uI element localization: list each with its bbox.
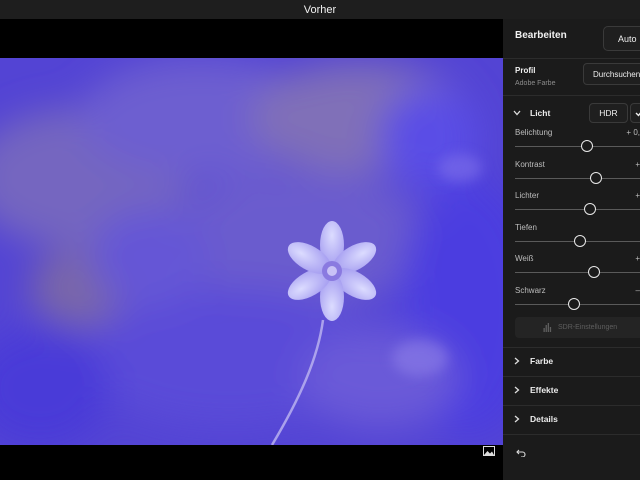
divider — [503, 376, 640, 377]
section-effects-header[interactable]: Effekte — [503, 380, 640, 400]
blacks-label: Schwarz — [515, 286, 546, 295]
undo-icon — [516, 449, 526, 457]
highlights-slider-thumb[interactable] — [584, 203, 597, 215]
window-title: Vorher — [303, 3, 337, 16]
blacks-slider[interactable] — [515, 298, 640, 310]
profile-label: Profil — [515, 66, 536, 75]
divider — [503, 58, 640, 59]
blacks-slider-thumb[interactable] — [567, 298, 580, 310]
sdr-settings-label: SDR-Einstellungen — [558, 324, 618, 331]
shadows-slider[interactable] — [515, 235, 640, 247]
browse-profiles-button[interactable]: Durchsuchen — [583, 63, 640, 85]
exposure-slider[interactable] — [515, 140, 640, 152]
sdr-settings-button: SDR-Einstellungen — [515, 317, 640, 338]
chevron-right-icon — [513, 357, 521, 365]
photo[interactable] — [0, 58, 503, 445]
whites-slider-thumb[interactable] — [588, 266, 601, 278]
auto-button[interactable]: Auto — [603, 26, 640, 51]
photo-canvas — [0, 19, 503, 480]
shadows-label: Tiefen — [515, 223, 537, 232]
exposure-label: Belichtung — [515, 128, 553, 137]
photo-image — [0, 58, 503, 445]
highlights-label: Lichter — [515, 191, 540, 200]
hdr-button[interactable]: HDR — [589, 103, 628, 123]
exposure-value[interactable]: + 0, — [610, 128, 640, 137]
section-details-header[interactable]: Details — [503, 409, 640, 429]
whites-slider[interactable] — [515, 266, 640, 278]
chevron-right-icon — [513, 415, 521, 423]
whites-label: Weiß — [515, 254, 534, 263]
exposure-slider-thumb[interactable] — [580, 140, 593, 152]
chevron-down-icon — [513, 109, 521, 117]
before-after-icon — [483, 446, 495, 456]
divider — [503, 347, 640, 348]
section-effects-label: Effekte — [530, 385, 559, 395]
title-bar: Vorher — [0, 0, 640, 19]
shadows-slider-thumb[interactable] — [574, 235, 586, 247]
section-color-label: Farbe — [530, 356, 554, 366]
highlights-value[interactable]: + — [610, 191, 640, 200]
whites-value[interactable]: + — [610, 254, 640, 263]
contrast-slider[interactable] — [515, 172, 640, 184]
divider — [503, 405, 640, 406]
undo-button[interactable] — [515, 447, 527, 459]
contrast-value[interactable]: + — [610, 160, 640, 169]
contrast-slider-thumb[interactable] — [589, 172, 602, 184]
edit-panel: Bearbeiten Auto Profil Adobe Farbe Durch… — [503, 19, 640, 480]
section-details-label: Details — [530, 414, 558, 424]
chevron-right-icon — [513, 386, 521, 394]
contrast-label: Kontrast — [515, 160, 545, 169]
panel-title: Bearbeiten — [515, 30, 567, 41]
profile-value: Adobe Farbe — [515, 80, 556, 87]
before-after-toggle[interactable] — [482, 445, 496, 457]
section-light-label: Licht — [530, 108, 551, 118]
histogram-icon — [543, 323, 552, 332]
divider — [503, 434, 640, 435]
light-enable-toggle[interactable] — [630, 103, 640, 123]
blacks-value[interactable]: – — [610, 286, 640, 295]
checkmark-icon — [635, 112, 640, 117]
section-color-header[interactable]: Farbe — [503, 351, 640, 371]
divider — [503, 95, 640, 96]
highlights-slider[interactable] — [515, 203, 640, 215]
